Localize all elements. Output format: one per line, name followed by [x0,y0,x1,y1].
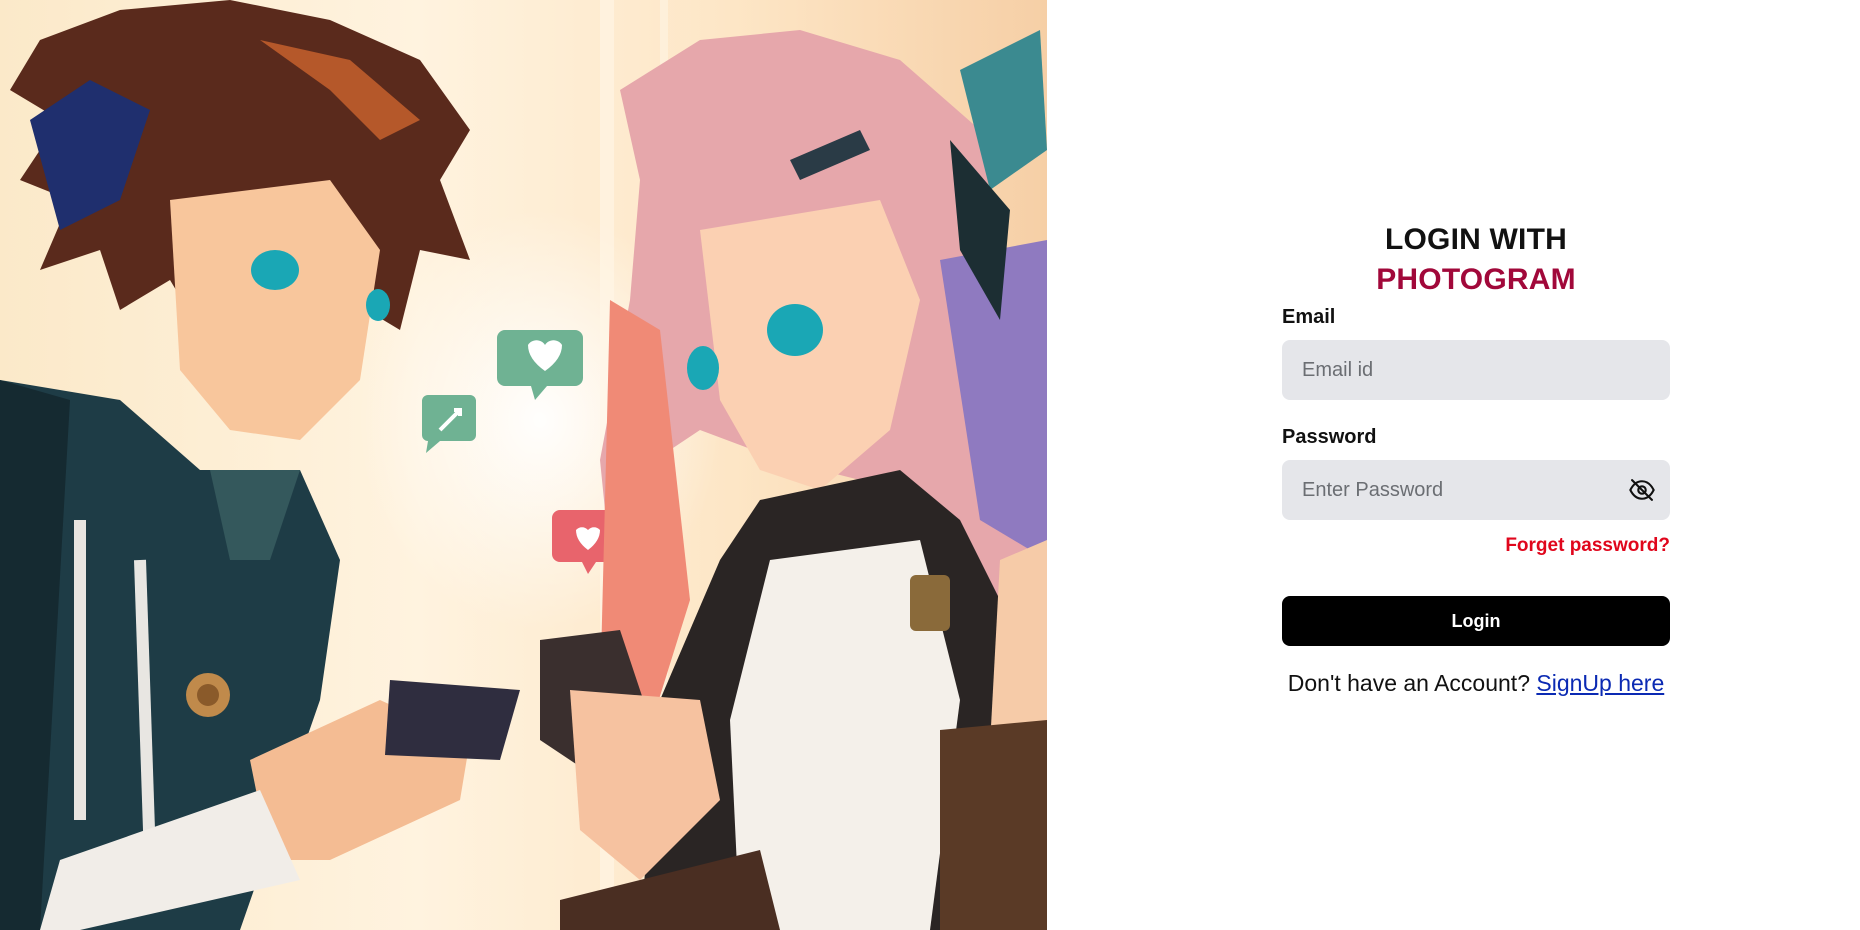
signup-prompt: Don't have an Account? [1287,670,1530,696]
brand-name: PHOTOGRAM [1376,263,1576,296]
hero-illustration [0,0,1047,930]
signup-row: Don't have an Account? SignUp here [1282,668,1670,698]
login-title: LOGIN WITH PHOTOGRAM [1282,220,1670,296]
signup-link[interactable]: SignUp here [1536,670,1664,696]
login-button[interactable]: Login [1282,596,1670,646]
login-panel: LOGIN WITH PHOTOGRAM Email Password Forg… [1282,220,1670,698]
email-label: Email [1282,306,1336,328]
forgot-password-link[interactable]: Forget password? [1282,534,1670,558]
password-field-wrapper [1282,460,1670,520]
eye-slash-icon[interactable] [1628,476,1656,504]
password-input[interactable] [1282,460,1670,520]
password-label: Password [1282,426,1377,448]
email-input[interactable] [1282,340,1670,400]
email-field-wrapper [1282,340,1670,400]
title-prefix: LOGIN WITH [1385,223,1567,256]
anime-couple-illustration [0,0,1047,930]
